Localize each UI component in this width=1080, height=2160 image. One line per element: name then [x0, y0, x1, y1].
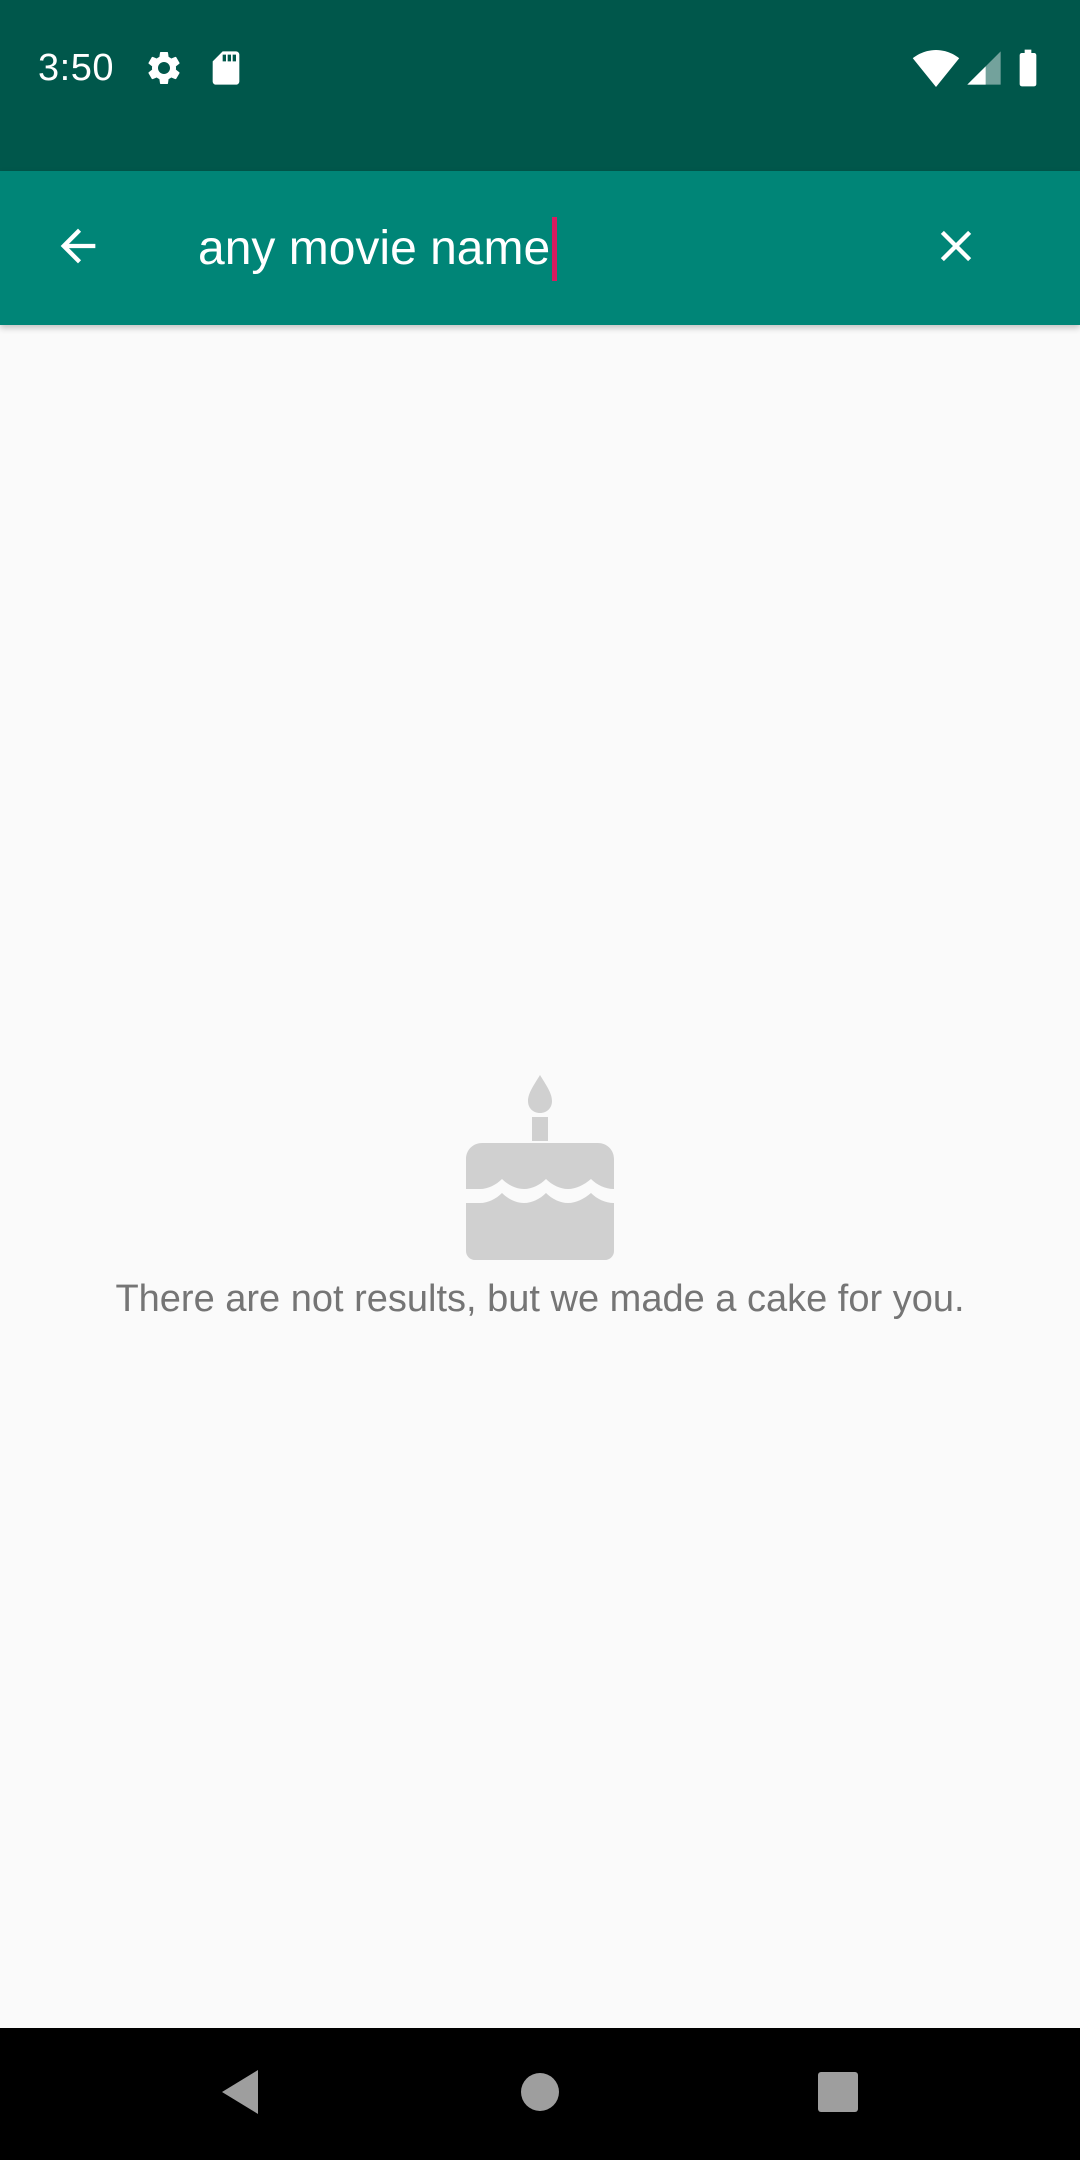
system-navigation-bar [0, 2028, 1080, 2160]
back-triangle-icon [218, 2068, 262, 2121]
search-input[interactable]: any movie name [198, 211, 558, 287]
status-bar: 3:50 [0, 0, 1080, 171]
close-icon [930, 220, 982, 277]
home-circle-icon [520, 2072, 560, 2117]
empty-state: There are not results, but we made a cak… [0, 1075, 1080, 1323]
battery-icon [1012, 48, 1044, 88]
nav-recents-button[interactable] [790, 2046, 886, 2142]
back-button[interactable] [30, 200, 126, 296]
results-area: There are not results, but we made a cak… [0, 325, 1080, 2028]
cell-signal-icon [964, 48, 1004, 88]
sd-card-icon [206, 48, 246, 88]
search-toolbar: any movie name [0, 171, 1080, 325]
nav-back-button[interactable] [192, 2046, 288, 2142]
status-time: 3:50 [38, 47, 114, 89]
recents-square-icon [817, 2071, 859, 2118]
nav-home-button[interactable] [492, 2046, 588, 2142]
wifi-icon [912, 48, 960, 88]
clear-search-button[interactable] [908, 200, 1004, 296]
arrow-back-icon [52, 220, 104, 277]
empty-state-message: There are not results, but we made a cak… [115, 1278, 965, 1320]
cake-icon [0, 1075, 1080, 1261]
search-input-value[interactable]: any movie name [198, 219, 550, 279]
settings-icon [144, 48, 184, 88]
text-cursor [552, 217, 558, 281]
